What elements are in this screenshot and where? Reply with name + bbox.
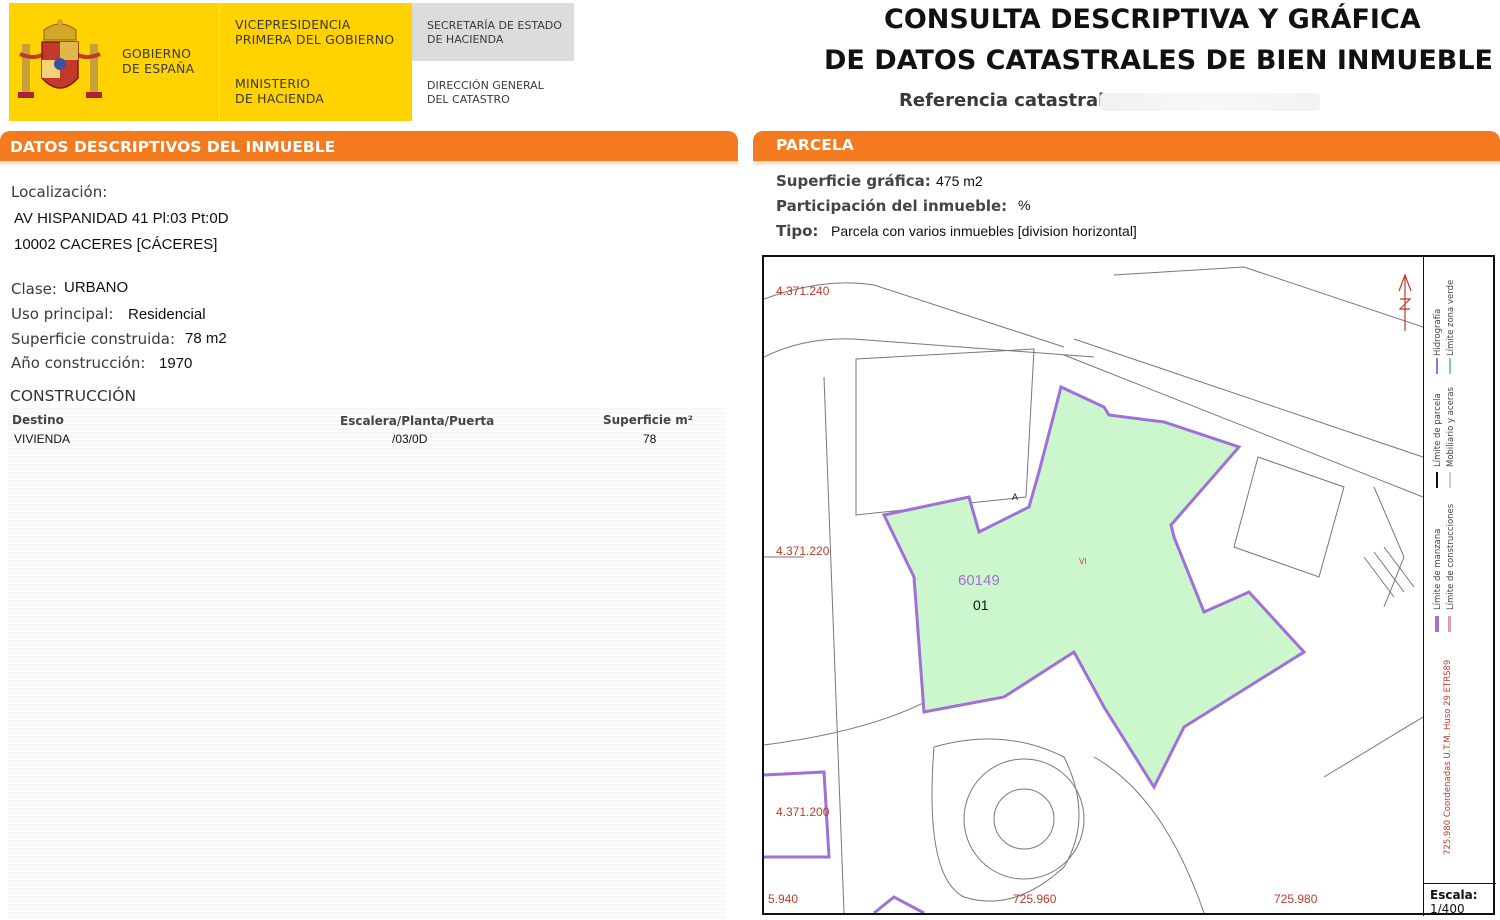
address-line2: 10002 CACERES [CÁCERES] (14, 236, 218, 253)
legend-construcciones: Límite de construcciones (1446, 503, 1456, 610)
legend-mobiliario: Mobiliario y aceras (1446, 387, 1456, 467)
legend-manzana: Límite de manzana (1433, 528, 1443, 610)
logo-divider (219, 3, 220, 121)
anio-construccion-value: 1970 (159, 355, 193, 372)
clase-value: URBANO (64, 279, 129, 296)
uso-principal-label: Uso principal: (11, 305, 114, 323)
table-cell-superficie: 78 (643, 432, 657, 446)
tipo-label: Tipo: (776, 222, 819, 240)
coord-y-4371240: 4.371.240 (776, 284, 830, 298)
gobierno-text: GOBIERNO DE ESPAÑA (122, 46, 195, 76)
superficie-construida-label: Superficie construida: (11, 330, 176, 348)
legend-parcela-swatch (1436, 472, 1438, 488)
map-label-vi: VI (1079, 557, 1087, 566)
coord-x-725980: 725.980 (1274, 892, 1318, 906)
map-drawing (764, 266, 1423, 913)
tipo-value: Parcela con varios inmuebles [division h… (831, 223, 1137, 239)
superficie-construida-value: 78 m2 (185, 330, 227, 347)
superficie-grafica-value: 475 m2 (936, 173, 983, 189)
bar-shadow (753, 161, 1500, 167)
legend-hidrografia-swatch (1436, 358, 1438, 374)
coord-y-4371200: 4.371.200 (776, 805, 830, 819)
table-cell-destino: VIVIENDA (14, 432, 71, 446)
parcel-subnumber: 01 (973, 597, 989, 613)
legend-construcciones-swatch (1448, 616, 1451, 632)
table-header-destino: Destino (12, 413, 64, 427)
table-cell-escalera: /03/0D (392, 432, 428, 446)
ministerio-text: MINISTERIO DE HACIENDA (235, 76, 325, 106)
bar-shadow (0, 161, 738, 167)
participacion-label: Participación del inmueble: (776, 197, 1008, 215)
clase-label: Clase: (11, 280, 57, 298)
construccion-heading: CONSTRUCCIÓN (10, 387, 137, 405)
map-label-a: A (1012, 492, 1019, 502)
referencia-catastral-redacted (1100, 93, 1320, 111)
legend-parcela: Límite de parcela (1433, 393, 1443, 467)
parcel-number: 60149 (958, 572, 1000, 589)
parcela-bar (753, 131, 1500, 161)
page-title-line1: CONSULTA DESCRIPTIVA Y GRÁFICA (884, 4, 1421, 35)
parcela-title: PARCELA (776, 136, 854, 154)
scale-label: Escala: (1430, 888, 1478, 902)
localizacion-label: Localización: (11, 183, 108, 201)
descriptive-data-title: DATOS DESCRIPTIVOS DEL INMUEBLE (10, 138, 336, 156)
vicepresidencia-text: VICEPRESIDENCIA PRIMERA DEL GOBIERNO (235, 17, 395, 47)
legend-zona-verde-swatch (1449, 358, 1451, 374)
construccion-table (8, 408, 726, 920)
page-title-line2: DE DATOS CATASTRALES DE BIEN INMUEBLE (824, 45, 1493, 76)
referencia-catastral-label: Referencia catastral: (899, 90, 1112, 111)
table-header-superficie: Superficie m² (603, 413, 694, 427)
secretaria-text: SECRETARÍA DE ESTADO DE HACIENDA (427, 19, 562, 46)
address-line1: AV HISPANIDAD 41 Pl:03 Pt:0D (14, 210, 229, 227)
uso-principal-value: Residencial (128, 306, 206, 323)
parcel-polygon (881, 384, 1307, 791)
legend-zona-verde: Límite zona verde (1446, 279, 1456, 356)
direccion-catastro-text: DIRECCIÓN GENERAL DEL CATASTRO (427, 79, 544, 106)
superficie-grafica-label: Superficie gráfica: (776, 172, 931, 190)
utm-coordinates-text: 725.980 Coordenadas U.T.M. Huso 29 ETRS8… (1443, 659, 1453, 855)
scale-value: 1/400 (1430, 902, 1465, 916)
legend-hidrografia: Hidrografía (1433, 308, 1443, 356)
table-header-escalera: Escalera/Planta/Puerta (340, 414, 495, 428)
participacion-value: % (1018, 197, 1031, 213)
anio-construccion-label: Año construcción: (11, 354, 146, 372)
coord-y-4371220: 4.371.220 (776, 544, 830, 558)
coat-of-arms-icon (18, 19, 102, 98)
coord-x-725960: 725.960 (1013, 892, 1057, 906)
legend-manzana-swatch (1435, 616, 1439, 632)
legend-mobiliario-swatch (1449, 472, 1451, 488)
coord-x-5940: 5.940 (768, 892, 799, 906)
